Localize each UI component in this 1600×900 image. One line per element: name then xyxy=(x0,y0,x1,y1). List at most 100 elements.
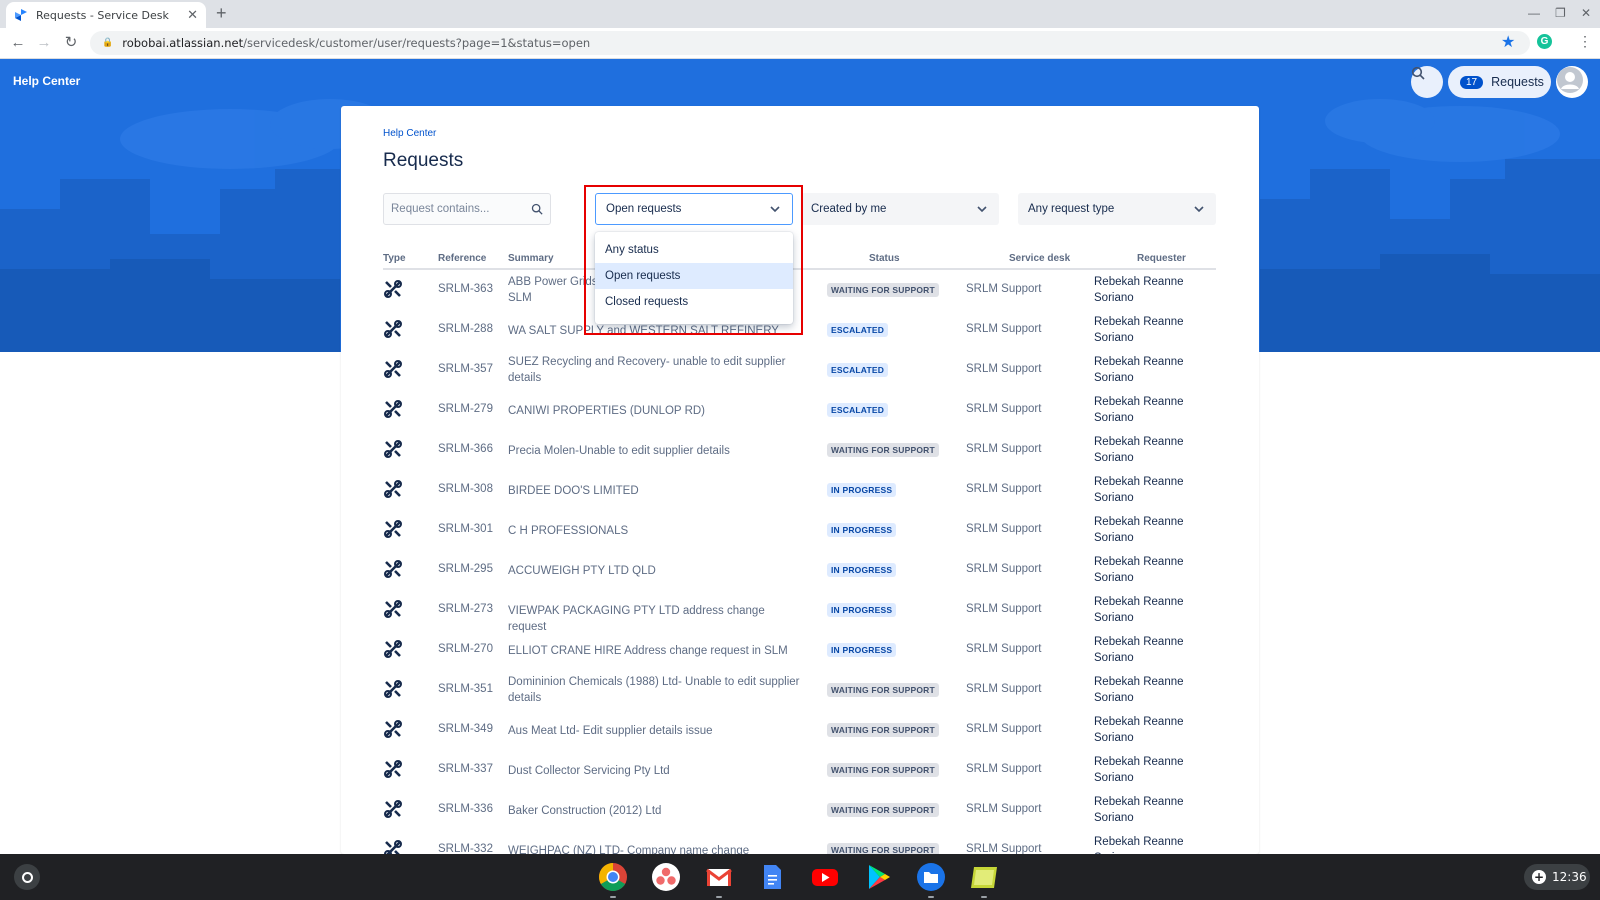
browser-menu-icon[interactable]: ⋮ xyxy=(1578,33,1592,50)
column-header-requester[interactable]: Requester xyxy=(1137,253,1186,264)
avatar[interactable] xyxy=(1556,66,1588,98)
request-reference[interactable]: SRLM-332 xyxy=(438,843,493,854)
table-row[interactable]: SRLM-308 BIRDEE DOO'S LIMITED IN PROGRESS S… xyxy=(383,470,1216,510)
asana-app[interactable] xyxy=(650,861,682,893)
request-type-filter-select[interactable]: Any request type xyxy=(1018,193,1216,225)
status-filter-select[interactable]: Open requests xyxy=(595,193,793,225)
request-reference[interactable]: SRLM-336 xyxy=(438,803,493,815)
table-row[interactable]: SRLM-273 VIEWPAK PACKAGING PTY LTD addres… xyxy=(383,590,1216,633)
reload-icon[interactable]: ↻ xyxy=(61,33,81,53)
request-reference[interactable]: SRLM-279 xyxy=(438,403,493,415)
request-summary[interactable]: Dust Collector Servicing Pty Ltd xyxy=(508,763,803,779)
table-row[interactable]: SRLM-332 WEIGHPAC (NZ) LTD- Company name … xyxy=(383,830,1216,854)
request-reference[interactable]: SRLM-295 xyxy=(438,563,493,575)
request-summary[interactable]: ELLIOT CRANE HIRE Address change request… xyxy=(508,643,803,659)
table-row[interactable]: SRLM-288 WA SALT SUPPLY and WESTERN SALT … xyxy=(383,310,1216,350)
requester-name-line: Rebekah Reanne xyxy=(1094,556,1184,568)
running-indicator xyxy=(610,896,616,898)
breadcrumb[interactable]: Help Center xyxy=(383,128,436,139)
restore-icon[interactable]: ❐ xyxy=(1555,6,1566,20)
gmail-app[interactable] xyxy=(703,861,735,898)
request-reference[interactable]: SRLM-270 xyxy=(438,643,493,655)
column-header-reference[interactable]: Reference xyxy=(438,253,486,264)
table-row[interactable]: SRLM-349 Aus Meat Ltd- Edit supplier deta… xyxy=(383,710,1216,750)
table-row[interactable]: SRLM-301 C H PROFESSIONALS IN PROGRESS SRLM… xyxy=(383,510,1216,550)
table-row[interactable]: SRLM-279 CANIWI PROPERTIES (DUNLOP RD) ESC… xyxy=(383,390,1216,430)
status-dropdown-menu: Any status Open requests Closed requests xyxy=(595,232,793,324)
request-reference[interactable]: SRLM-337 xyxy=(438,763,493,775)
request-reference[interactable]: SRLM-357 xyxy=(438,363,493,375)
requester-name-line: Soriano xyxy=(1094,372,1134,384)
table-row[interactable]: SRLM-357 SUEZ Recycling and Recovery- una… xyxy=(383,350,1216,390)
requester-name: Rebekah ReanneSoriano xyxy=(1094,834,1214,854)
forward-icon[interactable]: → xyxy=(34,33,54,53)
table-row[interactable]: SRLM-336 Baker Construction (2012) Ltd WAI… xyxy=(383,790,1216,830)
requester-name-line: Soriano xyxy=(1094,412,1134,424)
new-tab-button[interactable]: + xyxy=(216,3,227,24)
files-app[interactable] xyxy=(915,861,947,898)
table-row[interactable]: SRLM-270 ELLIOT CRANE HIRE Address change… xyxy=(383,630,1216,670)
status-option-open[interactable]: Open requests xyxy=(595,263,793,289)
system-tray[interactable]: + 12:36 xyxy=(1524,864,1590,890)
request-summary[interactable]: WEIGHPAC (NZ) LTD- Company name change xyxy=(508,843,803,854)
requester-name: Rebekah ReanneSoriano xyxy=(1094,754,1214,786)
minimize-icon[interactable]: — xyxy=(1528,6,1540,20)
status-option-any[interactable]: Any status xyxy=(595,237,793,263)
grammarly-extension-icon[interactable]: G xyxy=(1537,34,1552,49)
keep-app[interactable] xyxy=(968,861,1000,898)
column-header-status[interactable]: Status xyxy=(869,253,900,264)
help-center-title[interactable]: Help Center xyxy=(13,74,80,88)
requester-name-line: Soriano xyxy=(1094,732,1134,744)
requester-name: Rebekah ReanneSoriano xyxy=(1094,314,1214,346)
request-search-field[interactable] xyxy=(383,193,551,225)
request-reference[interactable]: SRLM-288 xyxy=(438,323,493,335)
status-option-closed[interactable]: Closed requests xyxy=(595,289,793,315)
request-summary[interactable]: Aus Meat Ltd- Edit supplier details issu… xyxy=(508,723,803,739)
table-row[interactable]: SRLM-366 Precia Molen-Unable to edit supp… xyxy=(383,430,1216,470)
request-reference[interactable]: SRLM-363 xyxy=(438,283,493,295)
request-summary[interactable]: ACCUWEIGH PTY LTD QLD xyxy=(508,563,803,579)
creator-filter-select[interactable]: Created by me xyxy=(801,193,999,225)
chrome-app[interactable] xyxy=(597,861,629,898)
table-row[interactable]: SRLM-363 ABB Power Grids SLM WAITING FOR SU… xyxy=(383,270,1216,310)
request-summary[interactable]: Precia Molen-Unable to edit supplier det… xyxy=(508,443,803,459)
back-icon[interactable]: ← xyxy=(8,33,28,53)
requester-name-line: Soriano xyxy=(1094,492,1134,504)
header-requests-button[interactable]: 17 Requests xyxy=(1448,66,1551,98)
bookmark-star-icon[interactable]: ★ xyxy=(1501,32,1515,52)
os-taskbar: + 12:36 xyxy=(0,854,1600,900)
request-summary[interactable]: Baker Construction (2012) Ltd xyxy=(508,803,803,819)
table-row[interactable]: SRLM-337 Dust Collector Servicing Pty Ltd… xyxy=(383,750,1216,790)
request-reference[interactable]: SRLM-308 xyxy=(438,483,493,495)
launcher-button[interactable] xyxy=(14,864,40,890)
request-reference[interactable]: SRLM-301 xyxy=(438,523,493,535)
address-bar[interactable]: 🔒 robobai.atlassian.net /servicedesk/cus… xyxy=(90,31,1530,55)
request-reference[interactable]: SRLM-366 xyxy=(438,443,493,455)
close-window-icon[interactable]: ✕ xyxy=(1581,6,1591,20)
close-tab-icon[interactable]: ✕ xyxy=(187,8,198,23)
browser-tab[interactable]: Requests - Service Desk ✕ xyxy=(6,2,206,28)
request-summary[interactable]: C H PROFESSIONALS xyxy=(508,523,803,539)
tools-icon xyxy=(383,279,403,302)
request-summary[interactable]: Domininion Chemicals (1988) Ltd- Unable … xyxy=(508,674,803,706)
tools-icon xyxy=(383,759,403,782)
docs-app[interactable] xyxy=(756,861,788,893)
column-header-summary[interactable]: Summary xyxy=(508,253,554,264)
request-summary[interactable]: BIRDEE DOO'S LIMITED xyxy=(508,483,803,499)
column-header-type[interactable]: Type xyxy=(383,253,406,264)
play-store-app[interactable] xyxy=(862,861,894,893)
request-summary[interactable]: WA SALT SUPPLY and WESTERN SALT REFINERY xyxy=(508,323,803,339)
request-reference[interactable]: SRLM-349 xyxy=(438,723,493,735)
youtube-app[interactable] xyxy=(809,861,841,893)
search-input[interactable] xyxy=(391,203,531,215)
youtube-icon xyxy=(812,869,838,886)
request-reference[interactable]: SRLM-351 xyxy=(438,683,493,695)
request-reference[interactable]: SRLM-273 xyxy=(438,603,493,615)
request-summary[interactable]: CANIWI PROPERTIES (DUNLOP RD) xyxy=(508,403,803,419)
request-summary[interactable]: SUEZ Recycling and Recovery- unable to e… xyxy=(508,354,803,386)
requester-name-line: Soriano xyxy=(1094,612,1134,624)
header-search-button[interactable] xyxy=(1411,66,1443,98)
table-row[interactable]: SRLM-351 Domininion Chemicals (1988) Ltd-… xyxy=(383,670,1216,710)
column-header-service-desk[interactable]: Service desk xyxy=(1009,253,1070,264)
table-row[interactable]: SRLM-295 ACCUWEIGH PTY LTD QLD IN PROGRESS… xyxy=(383,550,1216,590)
